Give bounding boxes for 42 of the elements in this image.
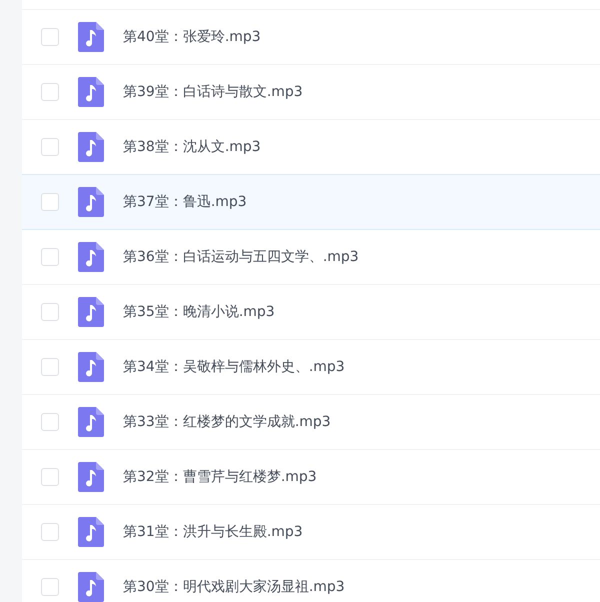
- music-file-icon: [78, 132, 104, 162]
- file-name: 第34堂：吴敬梓与儒林外史、.mp3: [123, 358, 345, 376]
- file-name: 第37堂：鲁迅.mp3: [123, 193, 247, 211]
- file-row[interactable]: 第31堂：洪升与长生殿.mp3: [22, 504, 600, 559]
- music-file-icon: [78, 462, 104, 492]
- checkbox[interactable]: [41, 83, 59, 101]
- checkbox[interactable]: [41, 578, 59, 596]
- file-name: 第40堂：张爱玲.mp3: [123, 28, 261, 46]
- file-row[interactable]: 第30堂：明代戏剧大家汤显祖.mp3: [22, 559, 600, 602]
- file-row[interactable]: 第40堂：张爱玲.mp3: [22, 9, 600, 64]
- file-name: 第38堂：沈从文.mp3: [123, 138, 261, 156]
- file-name: 第35堂：晚清小说.mp3: [123, 303, 275, 321]
- music-file-icon: [78, 187, 104, 217]
- file-name: 第36堂：白话运动与五四文学、.mp3: [123, 248, 359, 266]
- file-row[interactable]: 第33堂：红楼梦的文学成就.mp3: [22, 394, 600, 449]
- file-row[interactable]: 第34堂：吴敬梓与儒林外史、.mp3: [22, 339, 600, 394]
- checkbox[interactable]: [41, 138, 59, 156]
- file-name: 第39堂：白话诗与散文.mp3: [123, 83, 303, 101]
- checkbox[interactable]: [41, 28, 59, 46]
- checkbox[interactable]: [41, 358, 59, 376]
- file-name: 第33堂：红楼梦的文学成就.mp3: [123, 413, 331, 431]
- music-file-icon: [78, 297, 104, 327]
- music-file-icon: [78, 242, 104, 272]
- file-name: 第32堂：曹雪芹与红楼梦.mp3: [123, 468, 317, 486]
- checkbox[interactable]: [41, 413, 59, 431]
- file-row[interactable]: 第36堂：白话运动与五四文学、.mp3: [22, 229, 600, 284]
- file-row[interactable]: 第37堂：鲁迅.mp3: [22, 174, 600, 229]
- checkbox[interactable]: [41, 523, 59, 541]
- music-file-icon: [78, 352, 104, 382]
- checkbox[interactable]: [41, 468, 59, 486]
- music-file-icon: [78, 22, 104, 52]
- music-file-icon: [78, 407, 104, 437]
- file-name: 第31堂：洪升与长生殿.mp3: [123, 523, 303, 541]
- checkbox[interactable]: [41, 248, 59, 266]
- checkbox[interactable]: [41, 193, 59, 211]
- music-file-icon: [78, 77, 104, 107]
- file-row[interactable]: 第39堂：白话诗与散文.mp3: [22, 64, 600, 119]
- file-name: 第30堂：明代戏剧大家汤显祖.mp3: [123, 578, 345, 596]
- file-row[interactable]: 第32堂：曹雪芹与红楼梦.mp3: [22, 449, 600, 504]
- checkbox[interactable]: [41, 303, 59, 321]
- music-file-icon: [78, 517, 104, 547]
- file-row[interactable]: 第35堂：晚清小说.mp3: [22, 284, 600, 339]
